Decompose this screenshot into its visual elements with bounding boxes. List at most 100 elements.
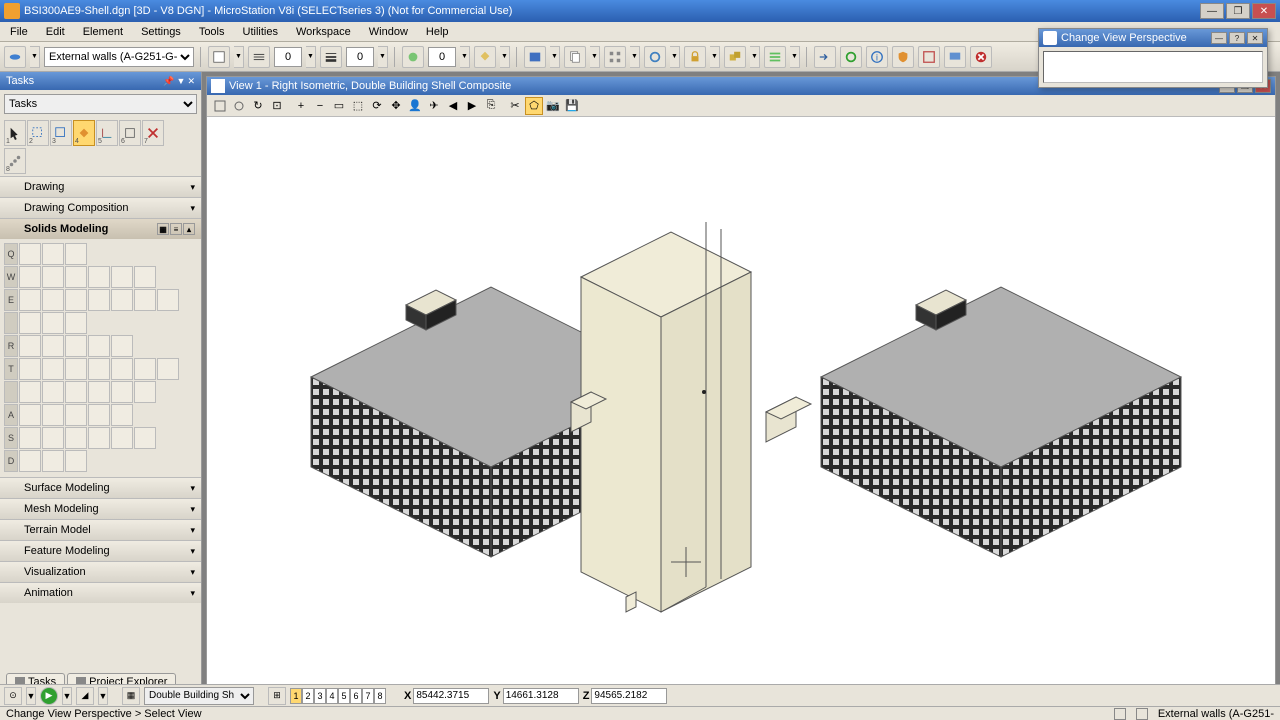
- tool-e10[interactable]: [65, 312, 87, 334]
- view-btn-2[interactable]: 2: [302, 688, 314, 704]
- view-next-icon[interactable]: ▶: [463, 97, 481, 115]
- keyin-icon[interactable]: [814, 46, 836, 68]
- section-surface-modeling[interactable]: Surface Modeling▾: [0, 478, 201, 498]
- z-input[interactable]: [591, 688, 667, 704]
- tool-e4[interactable]: [88, 289, 110, 311]
- view-fly-icon[interactable]: ✈: [425, 97, 443, 115]
- levels-icon[interactable]: [764, 46, 786, 68]
- view-perspective-icon[interactable]: ⬠: [525, 97, 543, 115]
- view-display-icon[interactable]: [230, 97, 248, 115]
- section-solids-modeling[interactable]: Solids Modeling ▦≡▴: [0, 219, 201, 239]
- tool-t3[interactable]: [65, 358, 87, 380]
- color-icon[interactable]: [208, 46, 230, 68]
- tool-w1[interactable]: [19, 266, 41, 288]
- level-icon[interactable]: [4, 46, 26, 68]
- tool-s5[interactable]: [111, 427, 133, 449]
- tool-w2[interactable]: [42, 266, 64, 288]
- tool-r2[interactable]: [42, 335, 64, 357]
- maximize-button[interactable]: ❐: [1226, 3, 1250, 19]
- close-button[interactable]: ✕: [1252, 3, 1276, 19]
- y-input[interactable]: [503, 688, 579, 704]
- tool-w5[interactable]: [111, 266, 133, 288]
- tool-t13[interactable]: [134, 381, 156, 403]
- tool-t9[interactable]: [42, 381, 64, 403]
- tool-e3[interactable]: [65, 289, 87, 311]
- section-terrain-model[interactable]: Terrain Model▾: [0, 520, 201, 540]
- display-icon[interactable]: [944, 46, 966, 68]
- priority-icon[interactable]: [474, 46, 496, 68]
- explorer-icon[interactable]: [840, 46, 862, 68]
- layout-list-icon[interactable]: ≡: [170, 223, 182, 235]
- levels-dropdown[interactable]: ▼: [790, 46, 800, 68]
- shield-icon[interactable]: [892, 46, 914, 68]
- tool-w4[interactable]: [88, 266, 110, 288]
- view-prev-icon[interactable]: ◀: [444, 97, 462, 115]
- tool-t11[interactable]: [88, 381, 110, 403]
- grid-icon[interactable]: [604, 46, 626, 68]
- level-dropdown[interactable]: ▼: [30, 46, 40, 68]
- lineweight-dropdown[interactable]: ▼: [378, 46, 388, 68]
- menu-element[interactable]: Element: [79, 24, 127, 40]
- view-btn-5[interactable]: 5: [338, 688, 350, 704]
- model-icon[interactable]: ▦: [122, 687, 140, 705]
- tool-t2[interactable]: [42, 358, 64, 380]
- view-attrs-icon[interactable]: [211, 97, 229, 115]
- layer-combo[interactable]: External walls (A-G251-G-WallExt): [44, 47, 194, 67]
- menu-settings[interactable]: Settings: [137, 24, 185, 40]
- tool-t6[interactable]: [134, 358, 156, 380]
- section-feature-modeling[interactable]: Feature Modeling▾: [0, 541, 201, 561]
- views-icon[interactable]: ⊞: [268, 687, 286, 705]
- tool-e9[interactable]: [42, 312, 64, 334]
- place-tool[interactable]: 6: [119, 120, 141, 146]
- view-walk-icon[interactable]: 👤: [406, 97, 424, 115]
- menu-utilities[interactable]: Utilities: [239, 24, 282, 40]
- tool-t10[interactable]: [65, 381, 87, 403]
- class-dropdown[interactable]: ▼: [550, 46, 560, 68]
- status-lock-icon[interactable]: [1114, 708, 1126, 720]
- tool-a4[interactable]: [88, 404, 110, 426]
- view-zoom-in-icon[interactable]: +: [292, 97, 310, 115]
- tool-q1[interactable]: [19, 243, 41, 265]
- linestyle-dropdown[interactable]: ▼: [306, 46, 316, 68]
- section-animation[interactable]: Animation▾: [0, 583, 201, 603]
- change-view-perspective-window[interactable]: Change View Perspective — ? ✕: [1038, 28, 1268, 88]
- delete-tool[interactable]: 7: [142, 120, 164, 146]
- tool-r4[interactable]: [88, 335, 110, 357]
- tool-t1[interactable]: [19, 358, 41, 380]
- tool-q3[interactable]: [65, 243, 87, 265]
- tool-e2[interactable]: [42, 289, 64, 311]
- template-icon[interactable]: [564, 46, 586, 68]
- view-btn-6[interactable]: 6: [350, 688, 362, 704]
- view-copy-icon[interactable]: ⎘: [482, 97, 500, 115]
- view-btn-3[interactable]: 3: [314, 688, 326, 704]
- view-btn-4[interactable]: 4: [326, 688, 338, 704]
- tool-d2[interactable]: [42, 450, 64, 472]
- lineweight-icon[interactable]: [320, 46, 342, 68]
- linestyle-icon[interactable]: [248, 46, 270, 68]
- symbology-dropdown[interactable]: ▼: [670, 46, 680, 68]
- view-update-icon[interactable]: ↻: [249, 97, 267, 115]
- tool-e6[interactable]: [134, 289, 156, 311]
- pointer-tool[interactable]: 1: [4, 120, 26, 146]
- view-btn-7[interactable]: 7: [362, 688, 374, 704]
- transparency-value[interactable]: [428, 47, 456, 67]
- section-drawing[interactable]: Drawing▾: [0, 177, 201, 197]
- view-pan-icon[interactable]: ✥: [387, 97, 405, 115]
- view-fit-view-icon[interactable]: ⬚: [349, 97, 367, 115]
- info-icon[interactable]: i: [866, 46, 888, 68]
- tool-r1[interactable]: [19, 335, 41, 357]
- template-dropdown[interactable]: ▼: [590, 46, 600, 68]
- extra-tool[interactable]: 8: [4, 148, 26, 174]
- tasks-combo[interactable]: Tasks: [4, 94, 197, 114]
- snap-dropdown[interactable]: ▼: [26, 687, 36, 705]
- tool-s4[interactable]: [88, 427, 110, 449]
- x-input[interactable]: [413, 688, 489, 704]
- tasks-close-icon[interactable]: ✕: [187, 76, 195, 87]
- play-icon[interactable]: ▶: [40, 687, 58, 705]
- lock-icon[interactable]: [684, 46, 706, 68]
- view-rotate-icon[interactable]: ⟳: [368, 97, 386, 115]
- select-tool[interactable]: 2: [27, 120, 49, 146]
- layout-grid-icon[interactable]: ▦: [157, 223, 169, 235]
- float-titlebar[interactable]: Change View Perspective — ? ✕: [1039, 29, 1267, 47]
- tool-a2[interactable]: [42, 404, 64, 426]
